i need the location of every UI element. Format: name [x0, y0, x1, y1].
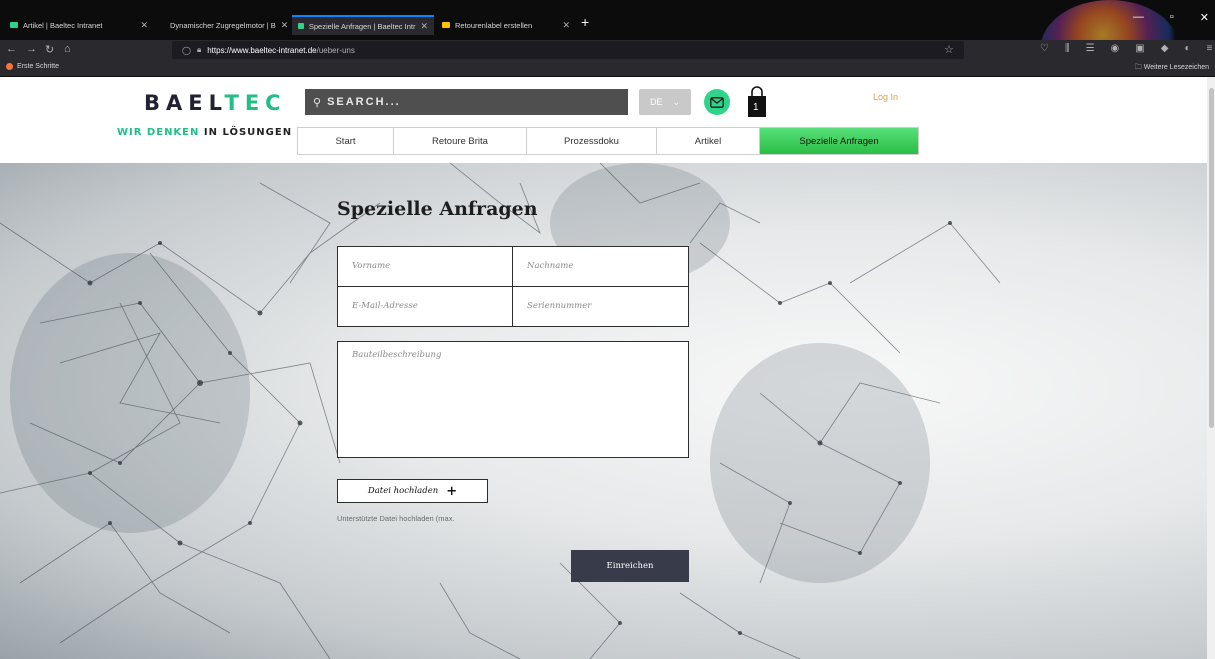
- extension-icon[interactable]: ◐: [1184, 43, 1190, 54]
- close-tab-icon[interactable]: ✕: [562, 20, 570, 31]
- tab-spezielle-anfragen[interactable]: Spezielle Anfragen | Baeltec Intr ✕: [292, 15, 434, 35]
- lock-icon[interactable]: 🔒︎: [197, 45, 201, 55]
- close-tab-icon[interactable]: ✕: [281, 20, 289, 31]
- description-placeholder: Bauteilbeschreibung: [352, 350, 442, 360]
- serial-number-placeholder: Seriennummer: [527, 301, 592, 311]
- tagline-dark: IN LÖSUNGEN: [203, 127, 293, 138]
- menu-item-artikel[interactable]: Artikel: [657, 128, 760, 154]
- description-textarea[interactable]: Bauteilbeschreibung: [337, 341, 689, 458]
- email-field[interactable]: E-Mail-Adresse: [337, 286, 513, 327]
- plus-icon: +: [446, 483, 458, 499]
- firefox-icon: [6, 63, 13, 70]
- forward-icon[interactable]: →: [26, 43, 37, 55]
- extension-icon[interactable]: ▣: [1135, 43, 1144, 54]
- search-input[interactable]: ⚲ SEARCH...: [305, 89, 628, 115]
- maximize-icon[interactable]: ▫: [1170, 11, 1174, 24]
- back-icon[interactable]: ←: [6, 43, 17, 55]
- close-tab-icon[interactable]: ✕: [420, 21, 428, 32]
- tab-title: Dynamischer Zugregelmotor | B: [170, 20, 276, 30]
- bookmark-erste-schritte[interactable]: Erste Schritte: [6, 63, 59, 70]
- bookmark-label: Erste Schritte: [17, 63, 60, 70]
- reload-icon[interactable]: ↻: [45, 43, 54, 56]
- tab-zugregelmotor[interactable]: Dynamischer Zugregelmotor | B ✕: [164, 15, 290, 35]
- browser-nav-bar: ← → ↻ ⌂ ◯ 🔒︎ https://www.baeltec-intrane…: [0, 40, 1215, 60]
- home-icon[interactable]: ⌂: [64, 43, 71, 55]
- browser-tab-bar: Artikel | Baeltec Intranet ✕ Dynamischer…: [0, 0, 1215, 100]
- url-host: https://www.baeltec-intranet.de: [207, 45, 317, 55]
- cart-button[interactable]: 1: [746, 86, 768, 118]
- window-controls: — ▫ ✕: [1133, 11, 1209, 24]
- favicon-icon: [10, 22, 18, 28]
- bookmark-more-folder[interactable]: 🗀︎ Weitere Lesezeichen: [1135, 63, 1209, 74]
- menu-item-prozessdoku[interactable]: Prozessdoku: [527, 128, 657, 154]
- envelope-icon: [710, 96, 724, 108]
- shield-icon[interactable]: ◯: [182, 46, 191, 55]
- tagline-green: WIR DENKEN: [117, 127, 200, 138]
- logo-text: BAEL: [144, 91, 225, 115]
- page-title: Spezielle Anfragen: [337, 198, 538, 220]
- menu-icon[interactable]: ≡: [1206, 43, 1212, 54]
- close-window-icon[interactable]: ✕: [1200, 11, 1209, 24]
- language-value: DE: [649, 97, 663, 107]
- url-bar[interactable]: ◯ 🔒︎ https://www.baeltec-intranet.de/ueb…: [172, 41, 964, 59]
- menu-item-start[interactable]: Start: [298, 128, 394, 154]
- url-path: /ueber-uns: [316, 45, 355, 55]
- tab-retourenlabel[interactable]: Retourenlabel erstellen ✕: [436, 15, 576, 35]
- tab-title: Artikel | Baeltec Intranet: [23, 20, 103, 30]
- menu-item-spezielle-anfragen[interactable]: Spezielle Anfragen: [760, 128, 918, 154]
- pocket-icon[interactable]: ♡: [1040, 43, 1049, 54]
- main-menu: Start Retoure Brita Prozessdoku Artikel …: [297, 127, 919, 155]
- minimize-icon[interactable]: —: [1133, 11, 1144, 24]
- tab-title: Retourenlabel erstellen: [455, 20, 533, 30]
- file-upload-button[interactable]: Datei hochladen +: [337, 479, 488, 503]
- last-name-placeholder: Nachname: [527, 261, 574, 271]
- language-select[interactable]: DE ⌄: [639, 89, 691, 115]
- first-name-field[interactable]: Vorname: [337, 246, 513, 287]
- site-header: BAELTEC WIR DENKEN IN LÖSUNGEN ⚲ SEARCH.…: [0, 77, 1207, 163]
- new-tab-icon[interactable]: +: [581, 14, 589, 30]
- mail-button[interactable]: [704, 89, 730, 115]
- extension-icon[interactable]: ◆: [1161, 43, 1169, 54]
- site-logo[interactable]: BAELTEC: [144, 91, 287, 115]
- upload-hint: Unterstützte Datei hochladen (max.: [337, 514, 455, 523]
- first-name-placeholder: Vorname: [352, 261, 391, 271]
- toolbar-icons: ♡ ⫼ ☰ ◉ ▣ ◆ ◐ ≡: [1040, 43, 1212, 54]
- submit-button[interactable]: Einreichen: [571, 550, 689, 582]
- serial-number-field[interactable]: Seriennummer: [512, 286, 689, 327]
- bookmark-label: Weitere Lesezeichen: [1143, 64, 1209, 71]
- scrollbar-thumb[interactable]: [1209, 88, 1214, 428]
- search-placeholder: SEARCH...: [327, 96, 401, 108]
- web-page: BAELTEC WIR DENKEN IN LÖSUNGEN ⚲ SEARCH.…: [0, 77, 1207, 659]
- close-tab-icon[interactable]: ✕: [140, 20, 148, 31]
- reader-icon[interactable]: ☰: [1086, 43, 1095, 54]
- bookmark-star-icon[interactable]: ☆: [944, 43, 954, 56]
- favicon-icon: [298, 23, 304, 29]
- tab-artikel[interactable]: Artikel | Baeltec Intranet ✕: [4, 15, 154, 35]
- email-placeholder: E-Mail-Adresse: [352, 301, 418, 311]
- favicon-icon: [442, 22, 450, 28]
- folder-icon: 🗀︎: [1134, 64, 1144, 71]
- search-icon: ⚲: [313, 96, 322, 109]
- login-link[interactable]: Log In: [873, 92, 898, 102]
- logo-accent-text: TEC: [224, 91, 287, 115]
- library-icon[interactable]: ⫼: [1065, 43, 1070, 54]
- extension-icon[interactable]: ◉: [1111, 43, 1120, 54]
- cart-count: 1: [753, 102, 759, 113]
- tab-title: Spezielle Anfragen | Baeltec Intr: [308, 21, 416, 31]
- bookmarks-bar: Erste Schritte 🗀︎ Weitere Lesezeichen: [0, 60, 1215, 77]
- menu-item-retoure-brita[interactable]: Retoure Brita: [394, 128, 527, 154]
- upload-label: Datei hochladen: [367, 486, 439, 496]
- last-name-field[interactable]: Nachname: [512, 246, 689, 287]
- site-tagline: WIR DENKEN IN LÖSUNGEN: [117, 127, 292, 138]
- chevron-down-icon: ⌄: [672, 96, 681, 107]
